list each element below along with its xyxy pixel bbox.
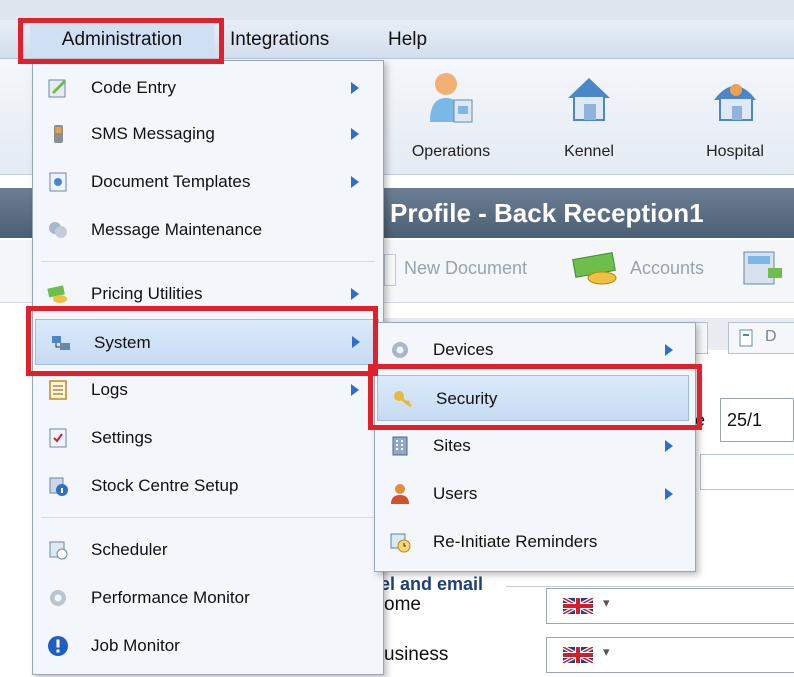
kennel-button[interactable]: Kennel (534, 68, 644, 172)
menu-item-label: SMS Messaging (91, 124, 215, 143)
phone-icon (54, 125, 63, 143)
menu-administration[interactable]: Administration (30, 24, 214, 56)
submenu-arrow-icon (352, 336, 360, 348)
menu-separator (41, 261, 375, 262)
menu-item-label: Settings (91, 428, 153, 447)
section-divider (506, 586, 794, 587)
administration-menu: Code Entry SMS Messaging Document Templa… (32, 60, 384, 675)
submenu-arrow-icon (665, 488, 673, 500)
menu-item-code-entry[interactable]: Code Entry (33, 65, 383, 111)
menu-item-security[interactable]: Security (377, 375, 689, 421)
document-icon (739, 329, 753, 347)
menu-item-label: Code Entry (91, 78, 177, 97)
menu-item-system[interactable]: System (35, 319, 379, 365)
menu-item-document-templates[interactable]: Document Templates (33, 159, 383, 205)
system-submenu: Devices Security Sites Users Re-Initiate… (374, 322, 696, 572)
hospital-icon (714, 84, 756, 121)
document-template-icon (49, 172, 67, 192)
menu-item-label: Devices (433, 340, 494, 359)
code-entry-icon (48, 79, 67, 98)
menu-item-users[interactable]: Users (375, 471, 695, 517)
calculator-icon (743, 251, 782, 285)
submenu-arrow-icon (351, 176, 359, 188)
job-monitor-icon (48, 636, 68, 656)
operations-icon (430, 73, 473, 123)
menu-item-label: Users (433, 484, 478, 503)
menu-item-devices[interactable]: Devices (375, 327, 695, 373)
menu-item-label: Job Monitor (91, 636, 180, 655)
menu-item-label: Security (436, 389, 498, 408)
phone-business-label: usiness (384, 644, 449, 665)
business-phone-country-select[interactable]: ▾ (546, 637, 794, 673)
performance-icon (50, 590, 66, 606)
section-heading: el and email (380, 574, 484, 594)
new-document-button[interactable]: New Document (404, 258, 527, 279)
menu-help[interactable]: Help (384, 24, 431, 56)
date-field[interactable]: 25/1 (720, 398, 794, 442)
background-tab-d[interactable]: D (728, 322, 794, 354)
settings-icon (49, 428, 67, 448)
menu-integrations[interactable]: Integrations (226, 24, 333, 56)
menu-item-label: Performance Monitor (91, 588, 250, 607)
menu-item-scheduler[interactable]: Scheduler (33, 527, 383, 573)
menu-item-label: System (94, 333, 151, 352)
menu-item-performance-monitor[interactable]: Performance Monitor (33, 575, 383, 621)
chevron-down-icon: ▾ (603, 595, 610, 610)
tab-initial: D (765, 328, 777, 345)
key-icon (394, 391, 412, 408)
submenu-arrow-icon (665, 440, 673, 452)
menu-item-re-initiate-reminders[interactable]: Re-Initiate Reminders (375, 519, 695, 565)
submenu-arrow-icon (665, 344, 673, 356)
menu-item-label: Sites (433, 436, 471, 455)
scheduler-icon (49, 541, 68, 560)
submenu-arrow-icon (351, 82, 359, 94)
menu-item-sms-messaging[interactable]: SMS Messaging (33, 111, 383, 157)
message-icon (49, 222, 67, 238)
menu-item-stock-centre-setup[interactable]: Stock Centre Setup (33, 463, 383, 509)
operations-label: Operations (411, 143, 491, 160)
menu-item-label: Logs (91, 380, 128, 399)
menu-item-label: Re-Initiate Reminders (433, 532, 598, 551)
menu-item-label: Scheduler (91, 540, 168, 559)
menu-item-pricing-utilities[interactable]: Pricing Utilities (33, 271, 383, 317)
menu-item-label: Message Maintenance (91, 220, 263, 239)
window-top-strip (0, 0, 794, 20)
menu-item-label: Document Templates (91, 172, 251, 191)
action-bar-edge (384, 254, 396, 286)
operations-button[interactable]: Operations (396, 68, 506, 172)
uk-flag-icon (563, 647, 593, 663)
devices-icon (392, 342, 408, 358)
kennel-label: Kennel (564, 143, 614, 160)
accounts-icon (572, 252, 617, 285)
form-field[interactable] (700, 454, 794, 490)
hospital-label: Hospital (706, 143, 764, 160)
home-phone-country-select[interactable]: ▾ (546, 588, 794, 624)
phone-home-label: ome (384, 594, 421, 615)
submenu-arrow-icon (351, 288, 359, 300)
stock-centre-icon (49, 477, 68, 496)
logs-icon (49, 380, 67, 400)
menu-item-settings[interactable]: Settings (33, 415, 383, 461)
users-icon (391, 484, 409, 504)
menu-item-job-monitor[interactable]: Job Monitor (33, 623, 383, 669)
menu-item-message-maintenance[interactable]: Message Maintenance (33, 207, 383, 253)
accounts-button[interactable]: Accounts (630, 258, 704, 279)
system-icon (52, 336, 70, 350)
kennel-icon (568, 78, 610, 121)
menu-item-label: Stock Centre Setup (91, 476, 239, 495)
page-title: Profile - Back Reception1 (390, 198, 704, 228)
menu-item-sites[interactable]: Sites (375, 423, 695, 469)
submenu-arrow-icon (351, 384, 359, 396)
chevron-down-icon: ▾ (603, 644, 610, 659)
menu-item-label: Pricing Utilities (91, 284, 203, 303)
reminders-icon (390, 533, 411, 553)
uk-flag-icon (563, 598, 593, 614)
hospital-button[interactable]: Hospital (680, 68, 790, 172)
menu-separator (41, 517, 375, 518)
menu-item-logs[interactable]: Logs (33, 367, 383, 413)
submenu-arrow-icon (351, 128, 359, 140)
pricing-icon (47, 285, 67, 303)
sites-icon (392, 436, 408, 456)
